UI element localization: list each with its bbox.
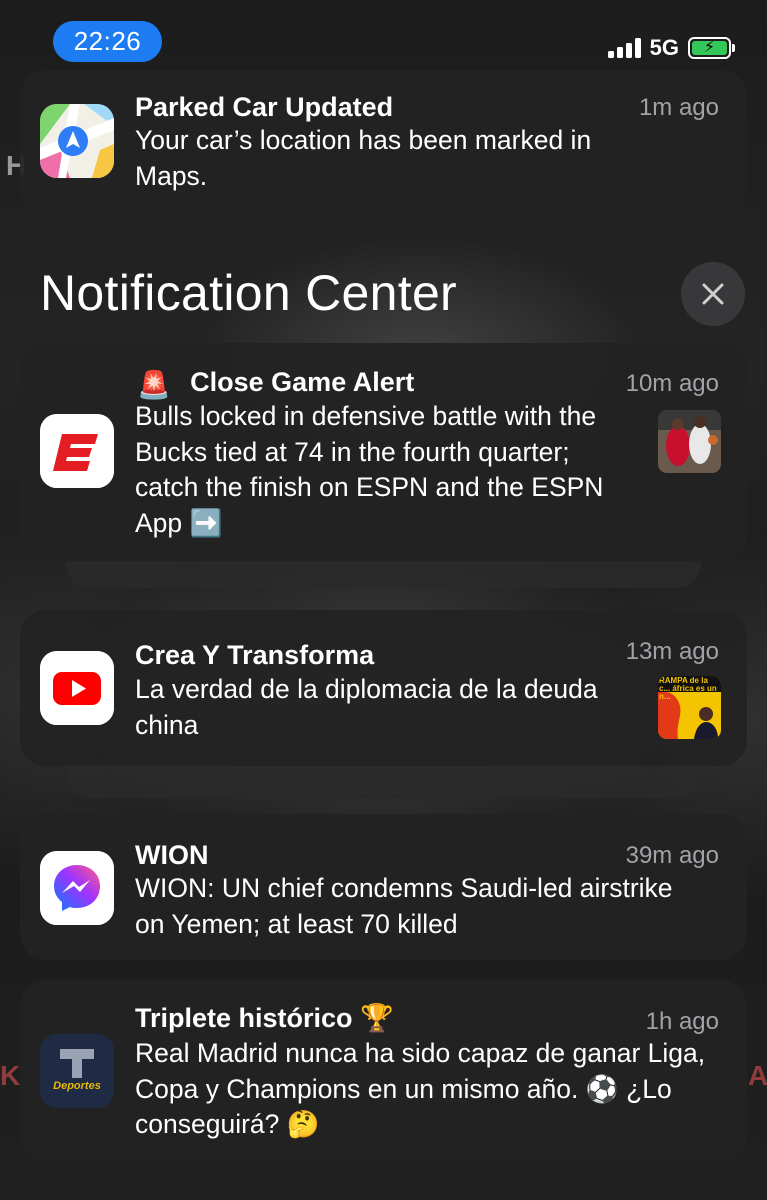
status-indicators: 5G ⚡ <box>607 33 735 63</box>
stacked-notifications-indicator[interactable] <box>66 558 701 588</box>
battery-charging-icon: ⚡ <box>688 37 735 59</box>
basketball-thumbnail <box>658 410 721 473</box>
close-icon <box>702 283 724 305</box>
close-button[interactable] <box>681 262 745 326</box>
notification-time: 39m ago <box>625 842 719 869</box>
notification-time: 13m ago <box>625 638 719 665</box>
notification-youtube[interactable]: Crea Y Transforma 13m ago La verdad de l… <box>20 610 747 766</box>
notification-body: WION: UN chief condemns Saudi-led airstr… <box>135 873 673 939</box>
espn-app-icon <box>40 414 114 488</box>
telemundo-deportes-app-icon: Deportes <box>40 1034 114 1108</box>
notification-title: 🚨 Close Game Alert <box>137 367 415 400</box>
wallpaper-letter: A <box>748 1060 767 1091</box>
video-thumbnail: RAMPA de la c... áfrica es un n... <box>658 676 721 739</box>
status-time[interactable]: 22:26 <box>53 21 162 62</box>
notification-time: 10m ago <box>625 370 719 397</box>
siren-icon: 🚨 <box>137 370 171 400</box>
notification-body: Bulls locked in defensive battle with th… <box>135 401 604 538</box>
notification-title: WION <box>135 840 209 870</box>
app-icon-text: Deportes <box>53 1080 101 1092</box>
youtube-app-icon <box>40 651 114 725</box>
notification-time: 1h ago <box>645 1008 719 1035</box>
stacked-notifications-indicator[interactable] <box>66 764 701 798</box>
banner-time: 1m ago <box>638 94 719 121</box>
messenger-app-icon <box>40 851 114 925</box>
wallpaper-letter: K <box>0 1060 21 1091</box>
banner-body: Your car’s location has been marked in M… <box>135 125 592 191</box>
notification-title: Triplete histórico 🏆 <box>135 1003 394 1033</box>
signal-strength-icon <box>607 38 641 58</box>
notification-center-title: Notification Center <box>40 265 458 321</box>
notification-messenger[interactable]: WION 39m ago WION: UN chief condemns Sau… <box>20 814 747 960</box>
notification-telemundo-deportes[interactable]: Deportes Triplete histórico 🏆 1h ago Rea… <box>20 980 747 1162</box>
notification-title: Crea Y Transforma <box>135 640 375 670</box>
notification-espn[interactable]: 🚨 Close Game Alert 10m ago Bulls locked … <box>20 343 747 561</box>
notification-body: Real Madrid nunca ha sido capaz de ganar… <box>135 1038 706 1139</box>
notification-body: La verdad de la diplomacia de la deuda c… <box>135 674 598 740</box>
network-type: 5G <box>649 35 679 60</box>
thumbnail-text: RAMPA de la c... áfrica es un n... <box>659 676 717 701</box>
maps-app-icon <box>40 104 114 178</box>
banner-title: Parked Car Updated <box>135 92 394 122</box>
banner-notification[interactable]: Parked Car Updated 1m ago Your car’s loc… <box>20 70 747 214</box>
